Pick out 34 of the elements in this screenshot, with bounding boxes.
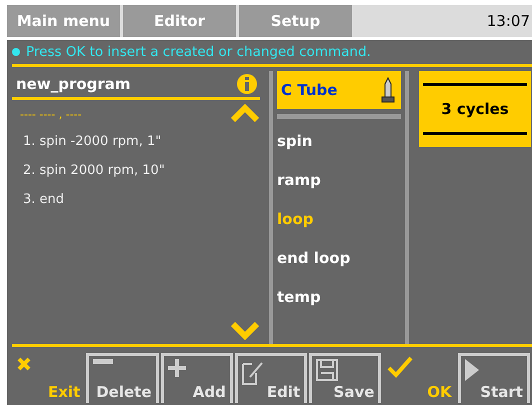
command-item[interactable]: end loop [277,236,401,275]
scroll-down-icon[interactable] [230,322,260,340]
placeholder-line: ---- ---- , ---- [19,107,82,123]
menu-tab[interactable]: Editor [123,5,236,37]
softkey-button[interactable]: Save [309,353,382,403]
hint-message: Press OK to insert a created or changed command. [26,44,371,60]
command-item[interactable]: loop [277,197,401,236]
program-name: new_program [16,75,131,93]
check-icon [387,356,414,378]
plus-icon [168,359,186,377]
rotor-selector[interactable]: C Tube [277,71,401,109]
play-icon [464,359,479,381]
menu-tab[interactable]: Setup [239,5,352,37]
softkey-button[interactable]: Edit [234,353,308,403]
bullet-icon [12,48,20,56]
command-item[interactable]: ramp [277,158,401,197]
menu-tab[interactable]: Main menu [7,5,120,37]
program-step[interactable]: 2. spin 2000 rpm, 10" [12,155,265,184]
program-step[interactable]: 3. end [12,184,265,213]
softkey-button[interactable]: Exit [12,353,84,403]
softkey-button[interactable]: Add [160,353,233,403]
minus-icon [93,359,114,365]
close-icon [16,356,32,372]
command-item[interactable]: spin [277,119,401,158]
clock-time: 13:07 [486,12,531,30]
softkey-button[interactable]: Delete [86,353,159,403]
info-icon [237,74,257,94]
command-item[interactable]: temp [277,275,401,314]
value-display: 3 cycles [419,71,531,147]
scroll-up-icon[interactable] [230,104,260,122]
tube-icon [381,77,395,103]
program-step[interactable]: 1. spin -2000 rpm, 1" [12,126,265,155]
softkey-button[interactable]: Start [458,353,530,403]
softkey-button[interactable]: OK [383,353,456,403]
